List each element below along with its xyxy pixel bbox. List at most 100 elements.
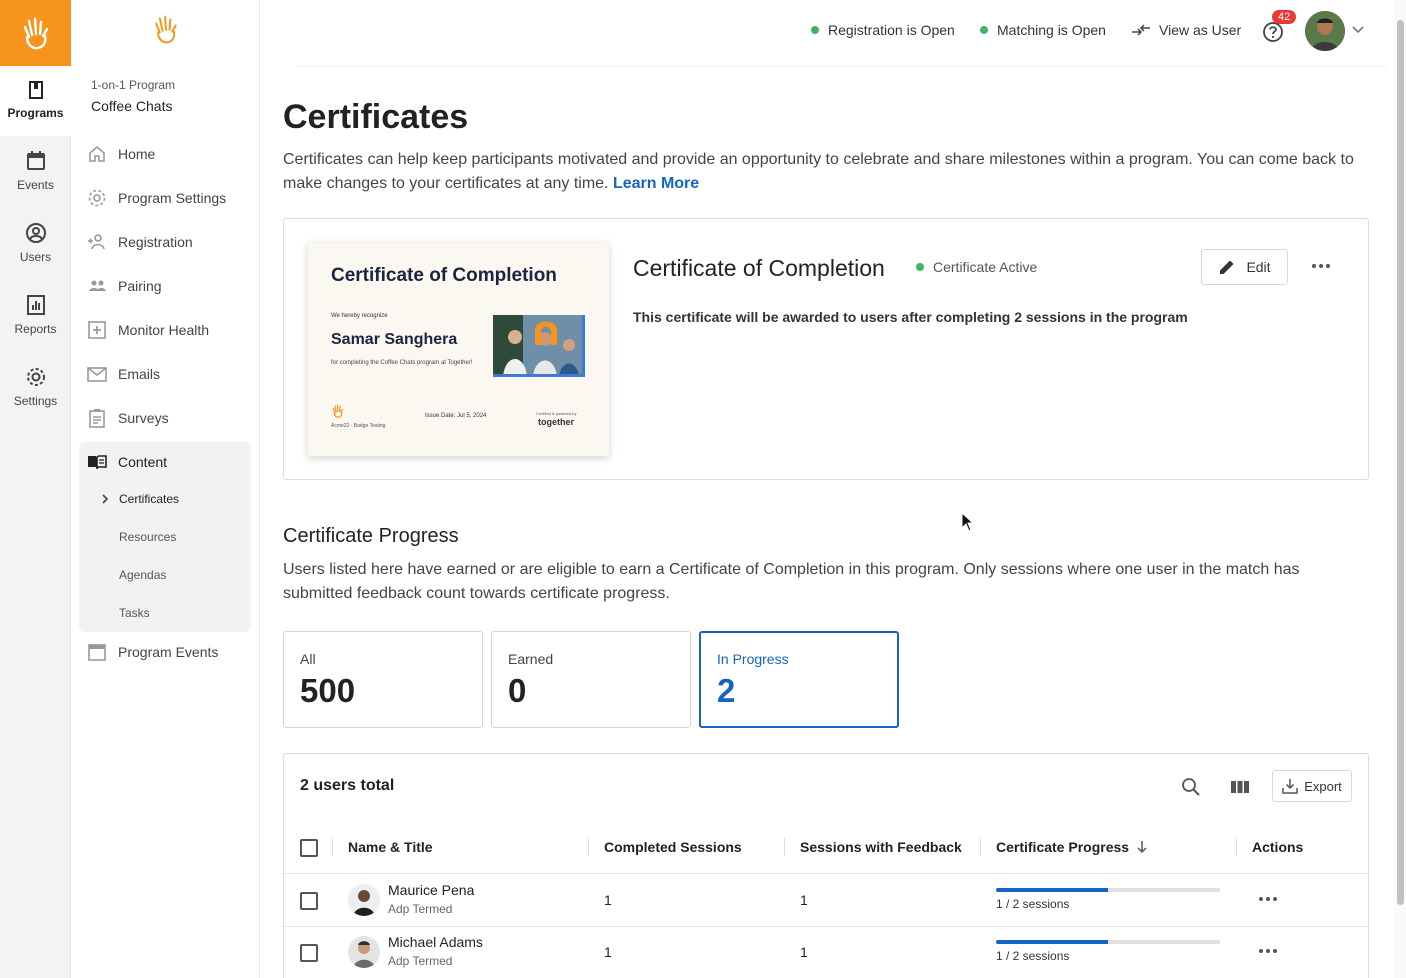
hand-wave-icon — [155, 15, 177, 44]
preview-for-text: for completing the Coffee Chats program … — [331, 360, 473, 366]
column-separator — [784, 838, 785, 856]
select-all-checkbox[interactable] — [300, 839, 318, 857]
health-icon — [88, 321, 106, 339]
certificate-status-label: Certificate Active — [933, 259, 1038, 275]
sidebar-item-registration[interactable]: Registration — [87, 226, 251, 258]
stat-card-in-progress[interactable]: In Progress 2 — [699, 631, 899, 728]
avatar[interactable] — [1305, 11, 1345, 51]
stat-value: 2 — [717, 672, 736, 709]
matching-status: Matching is Open — [980, 22, 1106, 38]
sidebar-item-content[interactable]: Content — [87, 446, 251, 478]
column-header-name[interactable]: Name & Title — [348, 839, 433, 855]
stat-label: Earned — [508, 651, 554, 667]
row-actions-button[interactable] — [1256, 945, 1280, 957]
rail-settings-label: Settings — [13, 394, 58, 408]
users-total: 2 users total — [300, 777, 395, 794]
stat-label: In Progress — [717, 651, 789, 667]
rail-events[interactable]: Events — [0, 150, 71, 192]
preview-ack: Certified & powered by — [536, 411, 577, 416]
search-button[interactable] — [1180, 776, 1202, 798]
rail-programs[interactable]: Programs — [0, 66, 71, 136]
stat-card-all[interactable]: All 500 — [283, 631, 483, 728]
scrollbar-thumb[interactable] — [1397, 20, 1404, 905]
sidebar-item-program-settings[interactable]: Program Settings — [87, 182, 251, 214]
registration-status-label: Registration is Open — [828, 22, 955, 38]
help-icon[interactable] — [1262, 21, 1284, 43]
progress-bar — [996, 940, 1220, 944]
sidebar-sub-resources[interactable]: Resources — [119, 530, 176, 544]
top-bar: Registration is Open Matching is Open Vi… — [260, 0, 1406, 66]
certificate-description: This certificate will be awarded to user… — [633, 309, 1188, 325]
add-user-icon — [88, 234, 105, 250]
chevron-down-icon[interactable] — [1352, 26, 1364, 34]
sidebar-item-program-events[interactable]: Program Events — [87, 636, 251, 668]
edit-button[interactable]: Edit — [1201, 249, 1288, 285]
sidebar-item-label: Emails — [118, 366, 161, 382]
sidebar-item-home[interactable]: Home — [87, 138, 251, 170]
search-icon — [1182, 778, 1200, 796]
progress-fill — [996, 888, 1108, 892]
column-header-progress-label: Certificate Progress — [996, 839, 1130, 855]
user-photo — [1305, 11, 1345, 51]
user-name[interactable]: Maurice Pena — [388, 882, 474, 898]
progress-label: 1 / 2 sessions — [996, 897, 1070, 911]
app-logo[interactable] — [0, 0, 71, 66]
sessions-with-feedback: 1 — [800, 892, 808, 908]
columns-button[interactable] — [1229, 776, 1251, 798]
divider — [296, 66, 1386, 67]
user-name[interactable]: Michael Adams — [388, 934, 483, 950]
column-separator — [332, 838, 333, 856]
sidebar-item-label: Home — [118, 146, 156, 162]
gear-icon — [88, 189, 106, 207]
sidebar-item-label: Monitor Health — [118, 322, 210, 338]
rail-settings[interactable]: Settings — [0, 366, 71, 408]
export-button[interactable]: Export — [1272, 770, 1352, 802]
row-checkbox[interactable] — [300, 892, 318, 910]
sidebar-item-emails[interactable]: Emails — [87, 358, 251, 390]
stat-card-earned[interactable]: Earned 0 — [491, 631, 691, 728]
view-as-user-label: View as User — [1159, 22, 1242, 38]
sidebar-item-pairing[interactable]: Pairing — [87, 270, 251, 302]
stat-value: 0 — [508, 672, 527, 709]
sidebar-item-label: Surveys — [118, 410, 169, 426]
sidebar-sub-agendas[interactable]: Agendas — [119, 568, 166, 582]
column-header-progress[interactable]: Certificate Progress — [996, 839, 1149, 855]
learn-more-link[interactable]: Learn More — [613, 175, 699, 192]
program-sidebar: 1-on-1 Program Coffee Chats Home Program… — [71, 0, 260, 978]
calendar-icon — [88, 644, 106, 661]
sidebar-item-monitor-health[interactable]: Monitor Health — [87, 314, 251, 346]
column-header-completed[interactable]: Completed Sessions — [604, 839, 742, 855]
chart-icon — [26, 295, 45, 315]
view-as-user-button[interactable]: View as User — [1131, 22, 1241, 38]
progress-bar — [996, 888, 1220, 892]
completed-sessions: 1 — [604, 892, 612, 908]
stat-value: 500 — [300, 672, 356, 709]
preview-photo — [493, 315, 585, 377]
column-header-feedback[interactable]: Sessions with Feedback — [800, 839, 962, 855]
row-actions-button[interactable] — [1256, 893, 1280, 905]
swap-icon — [1132, 24, 1150, 36]
hand-wave-icon — [23, 17, 48, 50]
sidebar-item-surveys[interactable]: Surveys — [87, 402, 251, 434]
pencil-icon — [1220, 260, 1234, 274]
certificate-status: Certificate Active — [916, 259, 1037, 275]
user-title: Adp Termed — [388, 954, 453, 968]
certificate-preview[interactable]: Certificate of Completion We hereby reco… — [308, 243, 609, 456]
row-checkbox[interactable] — [300, 944, 318, 962]
mail-icon — [87, 367, 107, 382]
rail-users[interactable]: Users — [0, 222, 71, 264]
program-name: Coffee Chats — [91, 98, 173, 114]
user-title: Adp Termed — [388, 902, 453, 916]
more-options-button[interactable] — [1310, 255, 1332, 277]
sidebar-item-label: Program Settings — [118, 190, 227, 206]
book-icon — [28, 81, 43, 99]
rail-reports[interactable]: Reports — [0, 294, 71, 336]
edit-button-label: Edit — [1246, 259, 1271, 275]
user-photo — [348, 936, 380, 968]
people-icon — [89, 280, 106, 291]
export-button-label: Export — [1304, 778, 1342, 794]
chevron-right-icon — [102, 494, 109, 504]
sidebar-sub-tasks[interactable]: Tasks — [119, 606, 150, 620]
people-photo — [493, 315, 582, 374]
sidebar-sub-certificates[interactable]: Certificates — [119, 492, 179, 506]
